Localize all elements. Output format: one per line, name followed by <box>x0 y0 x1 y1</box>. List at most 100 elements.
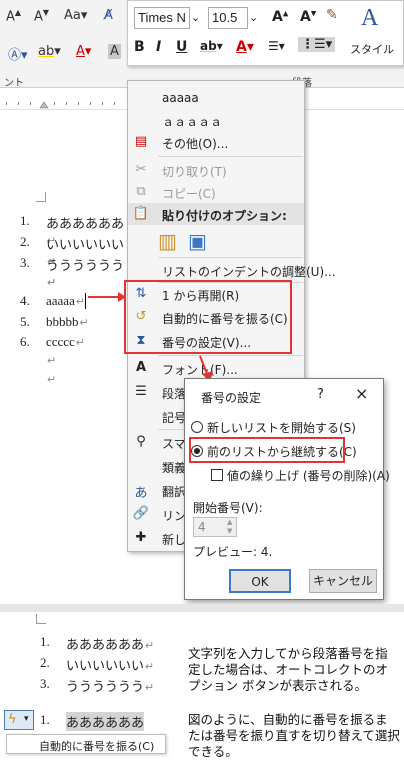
list-number: 2. <box>20 234 30 249</box>
search-icon: ⚲ <box>136 434 146 449</box>
font-color-icon[interactable]: A▾ <box>76 44 91 59</box>
paste-icon: 📋 <box>132 206 150 221</box>
char-shading-icon[interactable]: A <box>108 44 121 59</box>
autocorrect-option-label: 自動的に番号を振る(C) <box>39 740 155 753</box>
renumber-label: 値の繰り上げ (番号の削除)(A) <box>227 469 390 483</box>
menu-separator <box>158 355 303 356</box>
dialog-title: 番号の設定 <box>201 391 262 405</box>
list-number: 3. <box>40 676 50 691</box>
scissors-icon: ✂ <box>135 162 147 177</box>
spin-up-icon[interactable]: ▲ <box>227 518 232 526</box>
ok-button[interactable]: OK <box>229 569 291 593</box>
italic-button[interactable]: I <box>156 39 161 55</box>
spin-down-icon[interactable]: ▼ <box>227 527 232 535</box>
menu-item-paste-options: 📋 貼り付けのオプション: <box>128 203 304 225</box>
list-item: aaaaa↵ <box>46 293 87 309</box>
list-item: うううううう↵ <box>66 679 155 694</box>
autocorrect-options-button[interactable]: ϟ ▾ <box>4 710 34 730</box>
list-item: bbbbb↵ <box>46 314 89 329</box>
translate-icon: あ <box>134 486 148 501</box>
font-size-field[interactable]: 10.5 <box>208 7 248 29</box>
list-number: 3. <box>20 255 30 270</box>
font-shrink-icon[interactable]: A▼ <box>300 9 316 25</box>
paragraph-icon: ☰ <box>135 384 147 399</box>
font-grow-icon[interactable]: A▲ <box>6 8 21 24</box>
autocorrect-menu-item[interactable]: 自動的に番号を振る(C) <box>6 734 166 754</box>
paragraph-mark: ↵ <box>47 354 57 367</box>
close-button[interactable]: × <box>355 384 368 403</box>
menu-separator <box>158 156 303 157</box>
list-item: ccccc↵ <box>46 334 86 349</box>
list-number: 1. <box>40 712 50 727</box>
font-icon: A <box>135 360 147 375</box>
numbering-icon[interactable]: ⋮☰▾ <box>298 37 336 52</box>
font-name-value: Times N <box>138 10 186 25</box>
menu-item-copy[interactable]: ⧉ コピー(C) <box>128 181 304 203</box>
menu-item-recent-2[interactable]: ａａａａａ <box>128 109 304 131</box>
radio-new-list[interactable] <box>191 421 203 433</box>
font-grow-icon[interactable]: A▲ <box>272 9 288 25</box>
styles-icon[interactable]: A <box>361 5 378 32</box>
list-item: うううううう↵ <box>46 258 125 289</box>
paste-keep-format-icon[interactable]: ▥ <box>158 229 177 253</box>
preview-text: プレビュー: 4. <box>193 545 273 559</box>
start-number-input[interactable]: 4 ▲ ▼ <box>193 517 237 537</box>
font-group-label: ント <box>4 78 24 89</box>
renumber-checkbox[interactable] <box>211 469 223 481</box>
bottom-document-list: 1. ああああああ↵ 2. いいいいいい↵ 3. うううううう↵ ϟ ▾ 1. … <box>0 630 185 754</box>
start-number-label: 開始番号(V): <box>193 501 263 515</box>
highlight-box <box>189 437 345 463</box>
list-number: 6. <box>20 334 30 349</box>
font-size-value: 10.5 <box>212 10 238 25</box>
dictionary-icon: ▤ <box>134 134 148 149</box>
list-item: いいいいいい↵ <box>66 658 155 673</box>
link-icon: 🔗 <box>132 506 150 521</box>
page-corner-mark <box>36 192 46 202</box>
help-button[interactable]: ? <box>317 387 324 402</box>
note-2: 図のように、自動的に番号を振るまたは番号を振り直すを切り替えて選択できる。 <box>188 712 400 759</box>
highlight-box <box>124 280 292 354</box>
copy-icon: ⧉ <box>136 184 146 199</box>
list-number: 2. <box>40 655 50 670</box>
option-new-label: 新しいリストを開始する(S) <box>207 421 356 435</box>
chevron-down-icon[interactable]: ⌄ <box>249 11 258 24</box>
page-corner-mark <box>36 614 46 624</box>
menu-item-recent-1[interactable]: aaaaa <box>128 87 304 109</box>
font-color-icon[interactable]: A▾ <box>236 39 254 55</box>
section-divider <box>0 604 404 612</box>
list-number: 5. <box>20 314 30 329</box>
mini-toolbar: Times N ⌄ 10.5 ⌄ A▲ A▼ ✎ B I U ab▾ A▾ ☰▾… <box>127 0 404 66</box>
numbering-dialog: 番号の設定 ? × 新しいリストを開始する(S) 前のリストから継続する(C) … <box>184 378 390 600</box>
pointer-arrow <box>88 292 126 302</box>
comment-icon: ✚ <box>135 530 147 545</box>
list-number: 1. <box>20 213 30 228</box>
format-painter-icon[interactable]: ✎ <box>326 7 338 23</box>
chevron-down-icon[interactable]: ⌄ <box>191 11 200 24</box>
start-number-value: 4 <box>198 520 206 534</box>
underline-button[interactable]: U <box>176 39 187 55</box>
menu-item-cut[interactable]: ✂ 切り取り(T) <box>128 159 304 181</box>
lightning-icon: ϟ <box>8 712 17 727</box>
font-shrink-icon[interactable]: A▼ <box>34 8 49 24</box>
clear-format-icon[interactable]: A̸ <box>104 8 113 23</box>
bullets-icon[interactable]: ☰▾ <box>268 39 285 53</box>
paragraph-mark: ↵ <box>47 276 57 289</box>
cancel-button[interactable]: キャンセル <box>309 569 377 593</box>
bold-button[interactable]: B <box>134 39 145 55</box>
font-name-field[interactable]: Times N <box>134 7 190 29</box>
ruler-ticks <box>6 101 115 109</box>
highlight-icon[interactable]: ab▾ <box>200 39 223 53</box>
highlight-icon[interactable]: ab▾ <box>38 44 61 59</box>
menu-item-more[interactable]: ▤ その他(O)... <box>128 131 304 153</box>
menu-item-adjust-indent[interactable]: リストのインデントの調整(U)... <box>128 259 336 281</box>
paste-picture-icon[interactable]: ▣ <box>188 229 207 253</box>
menu-separator <box>158 257 303 258</box>
change-case-button[interactable]: Aa▾ <box>64 8 87 23</box>
note-1: 文字列を入力してから段落番号を指定した場合は、オートコレクトのオプション ボタン… <box>188 646 389 693</box>
list-number: 1. <box>40 634 50 649</box>
paragraph-mark: ↵ <box>47 373 57 386</box>
list-item: ああああああ <box>66 712 145 731</box>
styles-label: スタイル <box>350 43 394 56</box>
list-number: 4. <box>20 293 30 308</box>
text-effect-icon[interactable]: Ⓐ▾ <box>8 44 28 63</box>
